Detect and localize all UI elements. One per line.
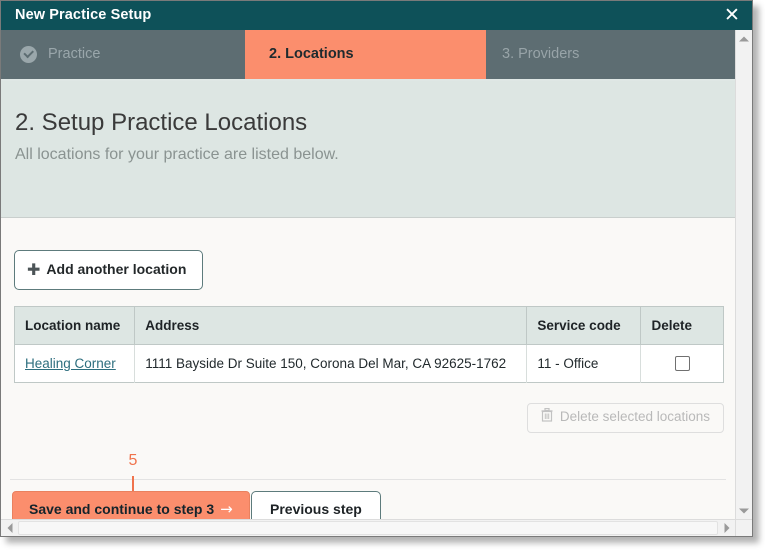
previous-step-button[interactable]: Previous step [251, 491, 381, 519]
horizontal-scrollbar-thumb[interactable] [18, 521, 718, 535]
page-subtitle: All locations for your practice are list… [15, 146, 339, 163]
add-another-location-button[interactable]: ✚ Add another location [14, 250, 204, 290]
add-another-location-label: Add another location [46, 261, 187, 277]
save-and-continue-button[interactable]: Save and continue to step 3 → [12, 491, 250, 519]
locations-table: Location name Address Service code Delet… [14, 306, 724, 383]
title-bar: New Practice Setup ✕ [1, 1, 752, 30]
check-circle-icon [20, 46, 37, 63]
previous-step-label: Previous step [270, 501, 362, 517]
page-scroll-area: Practice 2. Locations 3. Providers 2. Se… [1, 30, 752, 536]
column-header-location-name[interactable]: Location name [14, 306, 136, 345]
row-delete-checkbox[interactable] [674, 356, 690, 372]
table-header-row: Location name Address Service code Delet… [14, 306, 724, 345]
table-row: Healing Corner 1111 Bayside Dr Suite 150… [14, 344, 724, 383]
save-and-continue-label: Save and continue to step 3 [29, 501, 215, 517]
tab-providers[interactable]: 3. Providers [486, 30, 735, 79]
location-name-link[interactable]: Healing Corner [25, 356, 116, 371]
tab-locations-label: 2. Locations [269, 46, 354, 62]
delete-selected-locations-button[interactable]: Delete selected locations [526, 403, 724, 433]
scroll-left-arrow-icon[interactable] [1, 520, 18, 536]
horizontal-scrollbar[interactable] [1, 519, 752, 536]
trash-icon [541, 405, 553, 431]
vertical-scrollbar[interactable] [735, 30, 752, 519]
tab-providers-label: 3. Providers [502, 46, 580, 62]
window-title: New Practice Setup [15, 7, 152, 23]
footer-divider [10, 479, 726, 480]
cell-delete [640, 344, 724, 383]
dialog-window: New Practice Setup ✕ Practice 2. Locatio… [0, 0, 753, 537]
plus-icon: ✚ [27, 260, 41, 279]
arrow-right-icon: → [220, 500, 233, 518]
scroll-up-arrow-icon[interactable] [736, 30, 752, 47]
tab-locations[interactable]: 2. Locations [245, 30, 486, 79]
scroll-down-arrow-icon[interactable] [736, 502, 752, 519]
wizard-step-tabs: Practice 2. Locations 3. Providers [1, 30, 735, 81]
page-title: 2. Setup Practice Locations [15, 109, 308, 136]
scroll-right-arrow-icon[interactable] [718, 520, 735, 536]
column-header-address[interactable]: Address [134, 306, 528, 345]
column-header-service-code[interactable]: Service code [526, 306, 642, 345]
page-header-band: 2. Setup Practice Locations All location… [1, 81, 735, 218]
cell-service-code: 11 - Office [526, 344, 642, 383]
column-header-delete[interactable]: Delete [640, 306, 724, 345]
dialog-content: Practice 2. Locations 3. Providers 2. Se… [1, 30, 735, 519]
cell-location-name: Healing Corner [14, 344, 136, 383]
close-icon[interactable]: ✕ [720, 4, 744, 28]
scrollbar-corner [735, 519, 752, 536]
tab-practice[interactable]: Practice [1, 30, 245, 79]
cell-address: 1111 Bayside Dr Suite 150, Corona Del Ma… [134, 344, 528, 383]
page-body: ✚ Add another location Location name Addr… [1, 218, 735, 519]
tab-practice-label: Practice [48, 46, 101, 62]
annotation-marker-5: 5 [119, 452, 147, 492]
annotation-number: 5 [128, 452, 138, 469]
delete-selected-locations-label: Delete selected locations [559, 409, 710, 424]
